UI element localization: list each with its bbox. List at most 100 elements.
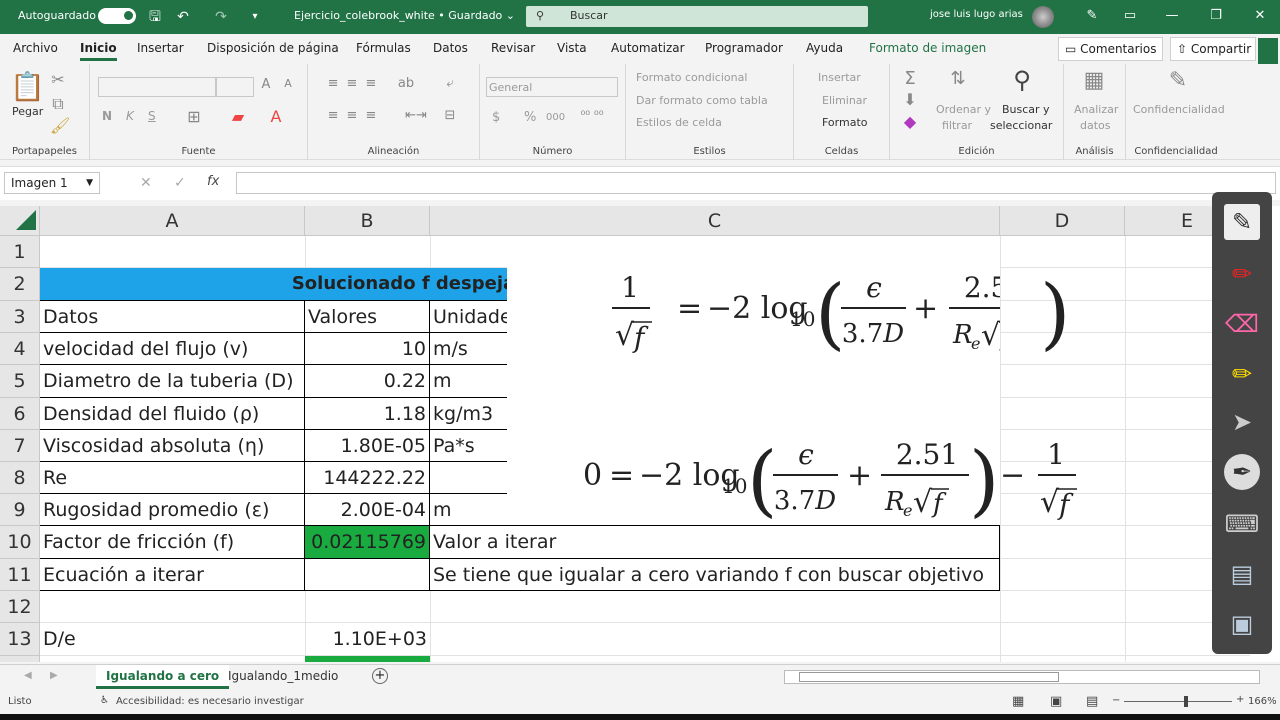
cell-a6[interactable]: Densidad del fluido (ρ) [40,398,305,430]
fill-color-icon[interactable]: ▰ [230,107,246,126]
tab-insertar[interactable]: Insertar [137,41,184,55]
decimal-icons[interactable]: ⁰⁰ ⁰⁰ [572,108,612,122]
cell-b4[interactable]: 10 [305,333,430,365]
cell-c10[interactable]: Valor a iterar [430,526,1000,559]
tab-automatizar[interactable]: Automatizar [611,41,685,55]
close-icon[interactable]: ✕ [1250,6,1270,26]
percent-button[interactable]: % [524,110,536,125]
share-button[interactable]: ⇧ Compartir [1170,37,1256,61]
ribbon-display-icon[interactable]: ▭ [1120,6,1140,26]
cell-b3[interactable]: Valores [305,301,430,333]
cut-icon[interactable]: ✂ [50,70,66,89]
confidential-label[interactable]: Confidencialidad [1133,103,1225,116]
zoom-slider-thumb[interactable] [1184,696,1188,707]
document-title[interactable]: Ejercicio_colebrook_white • Guardado ⌄ [294,9,515,22]
column-header-d[interactable]: D [1000,206,1125,236]
tab-revisar[interactable]: Revisar [491,41,535,55]
autosave-toggle[interactable] [98,8,136,24]
row-header[interactable]: 5 [0,365,40,398]
font-color-icon[interactable]: A [268,107,284,126]
user-name[interactable]: jose luis lugo arias [930,9,1023,20]
save-icon[interactable]: 🖫 [144,6,166,28]
row-header[interactable]: 9 [0,494,40,526]
currency-button[interactable]: $ [492,110,500,125]
format-cells-button[interactable]: Formato [822,116,868,129]
row-header[interactable]: 12 [0,591,40,623]
page-layout-icon[interactable]: ▣ [1050,694,1062,709]
cell-c11[interactable]: Se tiene que igualar a cero variando f c… [430,559,1000,591]
cell-b14[interactable] [305,656,430,662]
row-header[interactable] [0,656,40,662]
indent-icons[interactable]: ⇤⇥ [396,108,436,123]
enter-icon[interactable]: ✓ [174,175,186,191]
row-header[interactable]: 8 [0,462,40,494]
row-header[interactable]: 7 [0,430,40,462]
select-tool-icon[interactable]: ✎ [1224,204,1260,240]
cell-a4[interactable]: velocidad del flujo (v) [40,333,305,365]
cell-a13[interactable]: D/e [40,623,305,656]
row-header[interactable]: 1 [0,236,40,268]
highlighter-icon[interactable]: ✏ [1224,356,1260,392]
autosum-icon[interactable]: Σ [900,68,920,89]
cell-a11[interactable]: Ecuación a iterar [40,559,305,591]
insert-function-icon[interactable]: fx [207,174,219,189]
search-box[interactable]: ⚲ Buscar [526,6,868,27]
keyboard-icon[interactable]: ⌨ [1224,506,1260,542]
select-all[interactable] [0,206,40,236]
horizontal-align-icons[interactable]: ≡≡≡ [316,108,396,123]
row-header[interactable]: 3 [0,301,40,333]
cell-b13[interactable]: 1.10E+03 [305,623,430,656]
minimize-icon[interactable]: — [1162,6,1182,26]
row-header[interactable]: 2 [0,268,40,301]
paste-label[interactable]: Pegar [12,105,43,118]
sheet-tab-igualando-1medio[interactable]: Igualando_1medio [218,665,348,689]
analyze-label-2[interactable]: datos [1080,119,1111,132]
cell-a10[interactable]: Factor de fricción (f) [40,526,305,559]
paste-icon[interactable]: 📋 [10,70,45,103]
pen-icon[interactable]: ✎ [1082,6,1102,26]
find-icon[interactable]: ⚲ [1008,66,1036,94]
eraser-icon[interactable]: ⌫ [1224,306,1260,342]
laser-pen-icon[interactable]: ✒ [1224,454,1260,490]
restore-icon[interactable]: ❐ [1206,6,1226,26]
format-painter-icon[interactable]: 🖌 [50,116,70,135]
comments-button[interactable]: ▭ Comentarios [1058,37,1164,61]
orientation-icon[interactable]: ab [396,76,416,91]
equation-image[interactable]: 1 √ f = −2 log 10 ( ϵ 3.7D + 2.51 Re √ f… [507,250,1000,525]
sensitivity-icon[interactable]: ✎ [1164,68,1192,93]
wrap-text-icon[interactable]: ⤶ [440,76,460,91]
cell-b6[interactable]: 1.18 [305,398,430,430]
vertical-align-icons[interactable]: ≡≡≡ [316,76,396,91]
cell-b8[interactable]: 144222.22 [305,462,430,494]
fill-icon[interactable]: ⬇ [900,90,920,109]
zoom-out-icon[interactable]: − [1112,695,1120,706]
tab-inicio[interactable]: Inicio [80,41,117,61]
row-header[interactable]: 10 [0,526,40,559]
cell-a8[interactable]: Re [40,462,305,494]
tab-datos[interactable]: Datos [433,41,468,55]
cell-b9[interactable]: 2.00E-04 [305,494,430,526]
tab-disposicion[interactable]: Disposición de página [207,41,339,55]
tab-programador[interactable]: Programador [705,41,783,55]
tab-ayuda[interactable]: Ayuda [806,41,843,55]
row-header[interactable]: 6 [0,398,40,430]
column-header-b[interactable]: B [305,206,430,236]
italic-button[interactable]: K [126,109,134,123]
scroll-thumb[interactable] [799,672,1059,682]
shrink-font-icon[interactable]: A [280,77,296,90]
cell-a5[interactable]: Diametro de la tuberia (D) [40,365,305,398]
name-box[interactable]: Imagen 1 ▼ [4,172,100,194]
grow-font-icon[interactable]: A [258,77,274,92]
cell-b10[interactable]: 0.02115769 [305,526,430,559]
cell-a9[interactable]: Rugosidad promedio (ε) [40,494,305,526]
prev-sheet-icon[interactable]: ◀ [24,670,32,681]
redo-icon[interactable]: ↷ [210,6,232,28]
normal-view-icon[interactable]: ▦ [1012,694,1024,709]
analyze-data-icon[interactable]: ▦ [1080,68,1108,93]
next-sheet-icon[interactable]: ▶ [50,670,58,681]
pointer-icon[interactable]: ➤ [1224,404,1260,440]
row-header[interactable]: 13 [0,623,40,656]
comma-button[interactable]: 000 [546,112,565,123]
horizontal-scrollbar[interactable] [784,670,1260,684]
column-header-a[interactable]: A [40,206,305,236]
